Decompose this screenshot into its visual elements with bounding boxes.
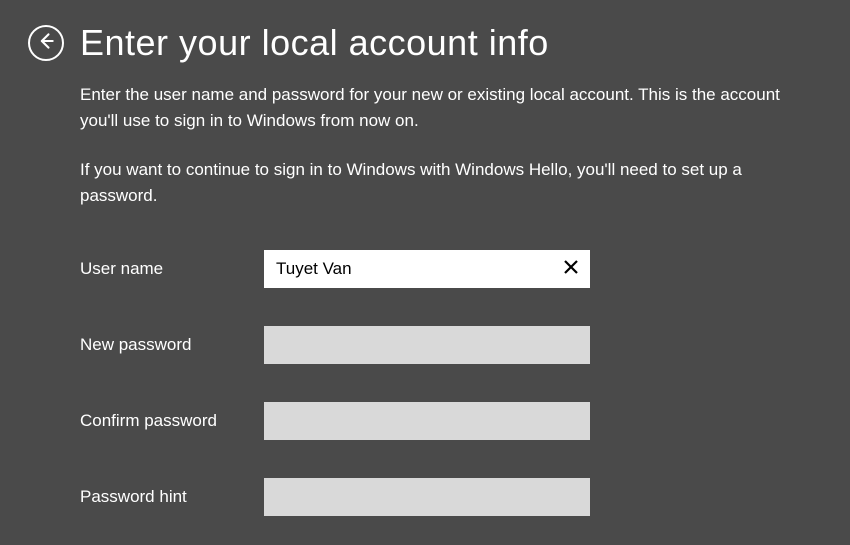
page-title: Enter your local account info [80, 22, 549, 64]
description-p2: If you want to continue to sign in to Wi… [80, 157, 800, 208]
new-password-input[interactable] [264, 326, 590, 364]
username-label: User name [80, 259, 264, 279]
new-password-label: New password [80, 335, 264, 355]
close-icon [563, 259, 579, 280]
password-hint-input[interactable] [264, 478, 590, 516]
confirm-password-label: Confirm password [80, 411, 264, 431]
back-button[interactable] [28, 25, 64, 61]
description-p1: Enter the user name and password for you… [80, 82, 800, 133]
clear-username-button[interactable] [558, 256, 584, 282]
username-input[interactable] [264, 250, 590, 288]
back-arrow-icon [36, 31, 56, 56]
description-text: Enter the user name and password for you… [80, 82, 800, 208]
confirm-password-input[interactable] [264, 402, 590, 440]
password-hint-label: Password hint [80, 487, 264, 507]
